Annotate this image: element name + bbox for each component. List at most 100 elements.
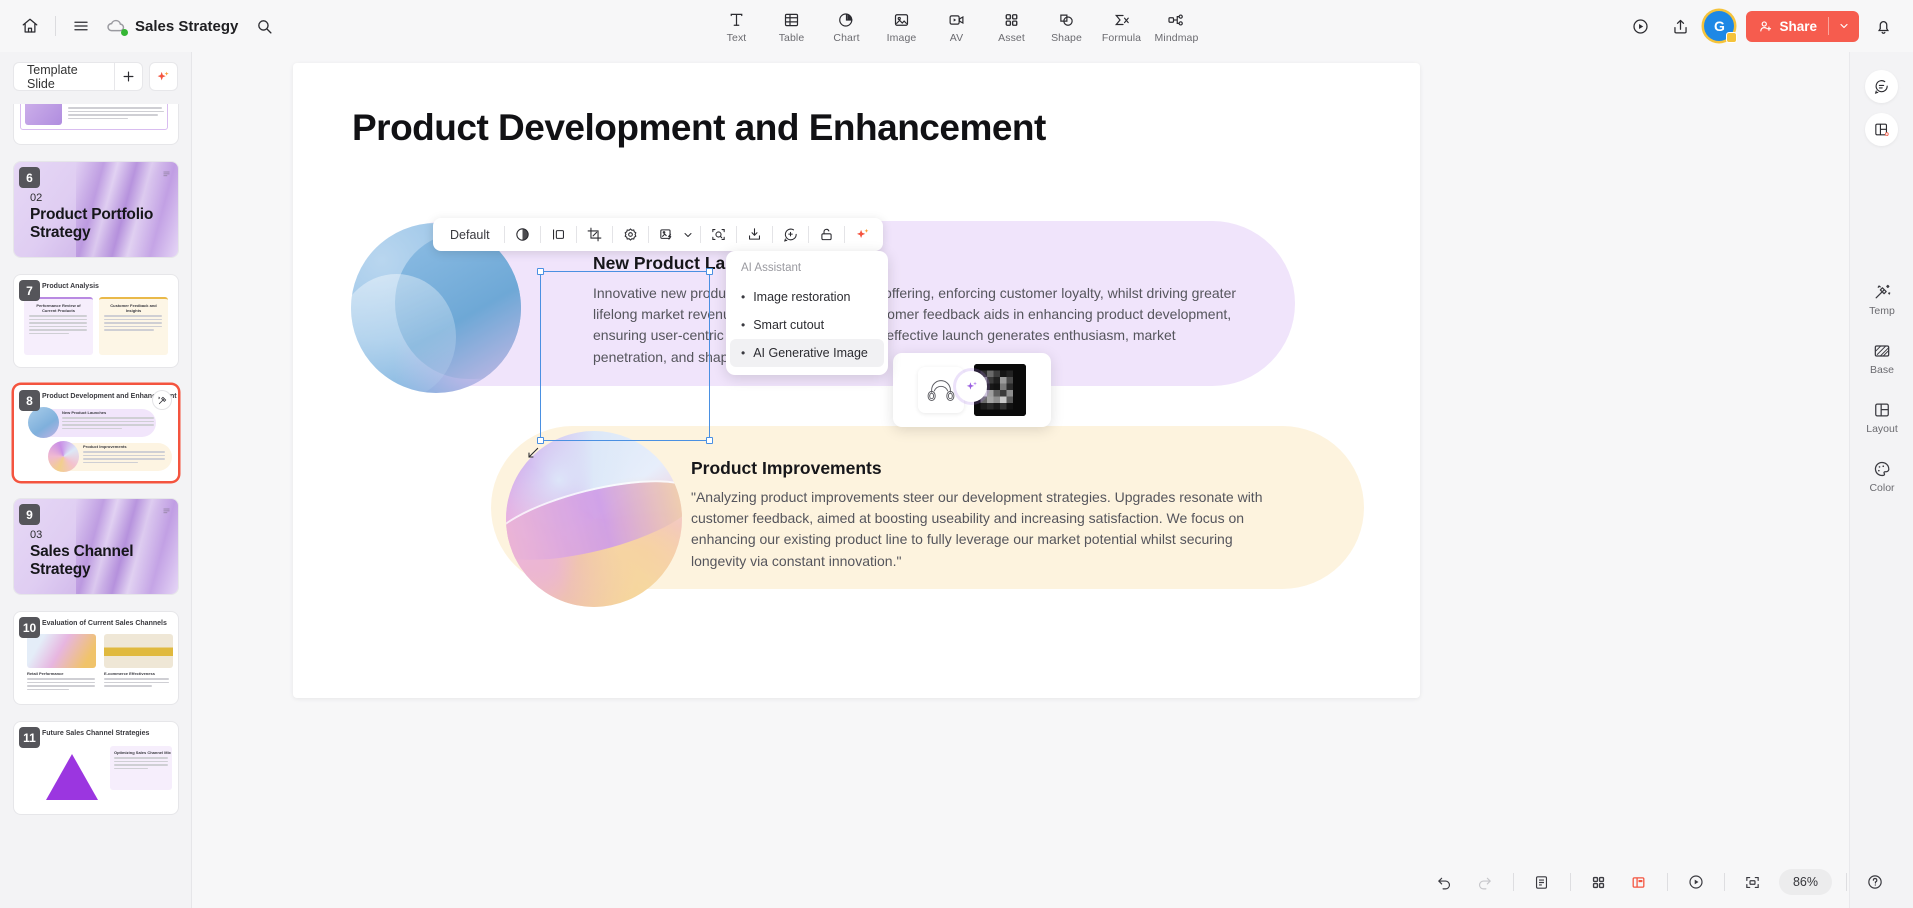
slides-sidebar: Template Slide Emerging Market Opportuni… [0, 52, 192, 908]
slide-number: 11 [19, 727, 40, 748]
slide-number: 7 [19, 280, 40, 301]
play-circle-icon[interactable] [1624, 10, 1656, 42]
tool-label: Text [726, 32, 747, 44]
toolbar-divider [611, 226, 613, 243]
settings-gear-icon[interactable] [617, 221, 644, 248]
image-context-toolbar[interactable]: Default [433, 218, 883, 251]
zoom-level-label: 86% [1792, 875, 1818, 889]
menu-item-smart-cutout[interactable]: • Smart cutout [726, 311, 888, 339]
ai-sparkle-icon[interactable] [148, 62, 179, 91]
list-item[interactable]: 9 03 Sales Channel Strategy [14, 499, 178, 594]
page-title[interactable]: Product Development and Enhancement [352, 107, 1046, 149]
rail-item-temp[interactable]: Temp [1850, 282, 1913, 317]
list-item[interactable]: Future Sales Channel Strategies Optimizi… [14, 722, 178, 814]
tool-table[interactable]: Table [765, 2, 818, 50]
rail-item-color[interactable]: Color [1850, 459, 1913, 494]
header-left-group: Sales Strategy [0, 10, 280, 42]
thumb-title: Product Analysis [42, 283, 99, 290]
slide-kicker: 03 [30, 529, 43, 541]
chart-pie-icon [838, 8, 856, 29]
section-body[interactable]: "Analyzing product improvements steer ou… [691, 487, 1276, 572]
ai-assistant-menu[interactable]: AI Assistant • Image restoration • Smart… [726, 251, 888, 375]
grid-view-icon[interactable] [1584, 867, 1614, 897]
tool-av[interactable]: AV [930, 2, 983, 50]
list-item[interactable]: Product Development and Enhancement New … [14, 385, 178, 481]
share-button[interactable]: Share [1746, 10, 1859, 42]
tool-formula[interactable]: Formula [1095, 2, 1148, 50]
bottom-divider [1846, 873, 1847, 891]
comment-icon[interactable] [1865, 70, 1898, 103]
tool-asset[interactable]: Asset [985, 2, 1038, 50]
list-item[interactable]: 6 02 Product Portfolio Strategy [14, 162, 178, 257]
thumb-card-title: Product Improvements [83, 444, 127, 449]
template-slide-button[interactable]: Template Slide [13, 62, 114, 91]
thumb-circle-image [48, 441, 79, 472]
toolbar-divider [647, 226, 649, 243]
play-circle-icon[interactable] [1681, 867, 1711, 897]
tool-label: Asset [998, 32, 1025, 44]
share-dropdown-caret[interactable] [1829, 11, 1859, 42]
tool-shape[interactable]: Shape [1040, 2, 1093, 50]
video-icon [948, 8, 966, 29]
crop-icon[interactable] [581, 221, 608, 248]
menu-item-image-restoration[interactable]: • Image restoration [726, 283, 888, 311]
layout-add-icon[interactable] [1865, 113, 1898, 146]
sidebar-toolbar: Template Slide [0, 52, 191, 100]
layout-view-icon[interactable] [1624, 867, 1654, 897]
avatar-badge [1726, 32, 1738, 43]
unlock-icon[interactable] [813, 221, 840, 248]
list-item[interactable]: Evaluation of Current Sales Channels Ret… [14, 612, 178, 704]
zoom-level[interactable]: 86% [1778, 869, 1832, 895]
fullscreen-icon[interactable] [1738, 867, 1768, 897]
replace-image-icon[interactable] [653, 221, 680, 248]
tool-label: AV [949, 32, 964, 44]
rail-item-base[interactable]: Base [1850, 341, 1913, 376]
tool-text[interactable]: Text [710, 2, 763, 50]
help-circle-icon[interactable] [1860, 867, 1890, 897]
ai-assistant-menu-title: AI Assistant [741, 262, 802, 274]
tool-mindmap[interactable]: Mindmap [1150, 2, 1203, 50]
sync-status-dot [121, 29, 128, 36]
tool-image[interactable]: Image [875, 2, 928, 50]
slide-list[interactable]: Emerging Market Opportunities 6 02 Produ… [0, 104, 192, 908]
section-heading[interactable]: Product Improvements [691, 458, 882, 479]
menu-item-ai-generative-image[interactable]: • AI Generative Image [730, 339, 884, 367]
redo-icon[interactable] [1470, 867, 1500, 897]
image-style-label[interactable]: Default [440, 228, 500, 242]
slide-canvas[interactable]: Product Development and Enhancement New … [293, 63, 1420, 698]
speaker-notes-icon[interactable] [1527, 867, 1557, 897]
align-icon[interactable] [545, 221, 572, 248]
rail-item-layout[interactable]: Layout [1850, 400, 1913, 435]
toolbar-divider [503, 226, 505, 243]
download-icon[interactable] [741, 221, 768, 248]
toolbar-divider [807, 226, 809, 243]
ai-sparkle-icon[interactable] [849, 221, 876, 248]
tool-label: Image [886, 32, 917, 44]
toolbar-divider [699, 226, 701, 243]
bell-icon[interactable] [1867, 10, 1899, 42]
document-title[interactable]: Sales Strategy [135, 18, 238, 35]
home-icon[interactable] [14, 10, 46, 42]
add-comment-icon[interactable] [777, 221, 804, 248]
thumb-card-title: Retail Performance [27, 671, 64, 676]
slide-number: 9 [19, 504, 40, 525]
list-item[interactable]: Product Analysis Performance Review of C… [14, 275, 178, 367]
thumb-triangle-shape [46, 754, 98, 800]
search-icon[interactable] [248, 10, 280, 42]
share-button-main[interactable]: Share [1746, 11, 1828, 42]
hamburger-menu-icon[interactable] [65, 10, 97, 42]
add-slide-button[interactable] [113, 62, 143, 91]
canvas-area[interactable]: Product Development and Enhancement New … [192, 52, 1849, 856]
bottom-status-bar: 86% [192, 856, 1913, 908]
zoom-preview-icon[interactable] [705, 221, 732, 248]
tool-chart[interactable]: Chart [820, 2, 873, 50]
avatar[interactable]: G [1704, 11, 1738, 43]
list-item[interactable]: Emerging Market Opportunities [14, 104, 178, 144]
chevron-down-icon[interactable] [680, 221, 696, 248]
upload-share-icon[interactable] [1664, 10, 1696, 42]
undo-icon[interactable] [1430, 867, 1460, 897]
thumb-content: Emerging Market Opportunities [14, 104, 178, 144]
bullet-icon: • [741, 290, 746, 304]
toolbar-divider [843, 226, 845, 243]
color-filter-icon[interactable] [509, 221, 536, 248]
